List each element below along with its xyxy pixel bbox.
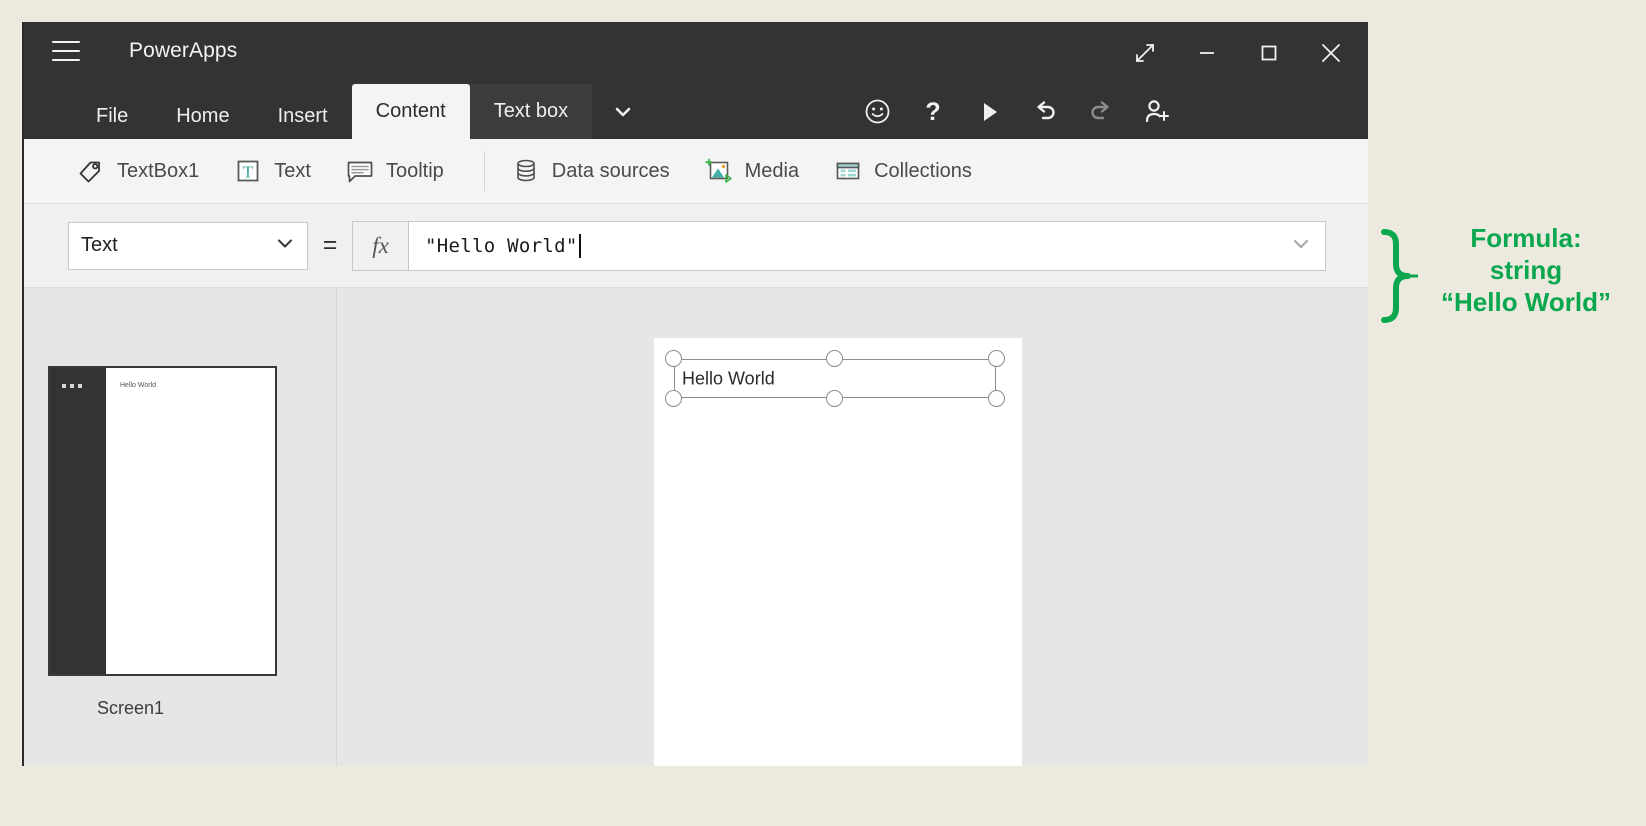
quick-actions: ?: [862, 84, 1172, 139]
thumbnail-text: Hello World: [120, 382, 157, 389]
close-x-icon: [1322, 44, 1340, 62]
resize-handle-top-right[interactable]: [988, 350, 1005, 367]
resize-handle-bottom-left[interactable]: [665, 390, 682, 407]
ribbon-item-data-sources[interactable]: Data sources: [511, 156, 670, 186]
formula-expand-button[interactable]: [1291, 233, 1311, 258]
tab-home[interactable]: Home: [152, 94, 253, 139]
collections-grid-icon: [833, 156, 863, 186]
annotation-text: Formula: string “Hello World”: [1412, 222, 1640, 318]
undo-arrow-icon: [1037, 100, 1055, 119]
ribbon-item-textbox1[interactable]: TextBox1: [76, 156, 199, 186]
minimize-button[interactable]: [1176, 22, 1238, 84]
window-controls: [1114, 22, 1362, 84]
speech-bubble-icon: [345, 156, 375, 186]
share-user-button[interactable]: [1142, 97, 1172, 127]
help-button[interactable]: ?: [918, 97, 948, 127]
fullscreen-button[interactable]: [1114, 22, 1176, 84]
svg-text:T: T: [243, 163, 254, 182]
redo-button[interactable]: [1086, 97, 1116, 127]
expand-diagonal-icon: [1136, 44, 1154, 62]
maximize-button[interactable]: [1238, 22, 1300, 84]
selected-textbox[interactable]: Hello World: [665, 350, 1005, 407]
chevron-down-icon: [275, 233, 295, 258]
screenshot-root: PowerApps File Home Insert Content Text …: [0, 0, 1646, 826]
resize-handle-top-left[interactable]: [665, 350, 682, 367]
ribbon-item-text[interactable]: T Text: [233, 156, 311, 186]
resize-handle-bottom-right[interactable]: [988, 390, 1005, 407]
person-add-icon: [1145, 99, 1169, 122]
ribbon-label-data-sources: Data sources: [551, 159, 670, 182]
equals-sign: =: [322, 231, 338, 259]
preview-play-button[interactable]: [974, 97, 1004, 127]
canvas-pane: Hello World: [337, 288, 1368, 766]
editor-body: Hello World Screen1 Hello World: [24, 288, 1368, 766]
app-title: PowerApps: [129, 39, 238, 62]
ellipsis-icon[interactable]: [62, 384, 82, 388]
formula-bar: Text = fx "Hello World": [24, 204, 1368, 288]
tabs-expand-button[interactable]: [592, 84, 654, 139]
thumbnail-rail: [50, 368, 106, 674]
ribbon-divider: [483, 151, 485, 191]
chevron-down-icon: [615, 107, 631, 116]
close-button[interactable]: [1300, 22, 1362, 84]
resize-handle-top-center[interactable]: [826, 350, 843, 367]
annotation-line-1: Formula:: [1470, 223, 1582, 253]
maximize-square-icon: [1261, 45, 1277, 61]
formula-input-value: "Hello World": [425, 234, 578, 257]
property-select-value: Text: [81, 234, 118, 256]
tag-icon: [76, 156, 106, 186]
minimize-icon: [1200, 52, 1214, 54]
ribbon-item-tooltip[interactable]: Tooltip: [345, 156, 444, 186]
fx-button[interactable]: fx: [352, 220, 408, 271]
text-t-icon: T: [233, 156, 263, 186]
annotation-line-2: string: [1489, 255, 1563, 285]
tab-content[interactable]: Content: [351, 84, 470, 139]
media-image-icon: [704, 156, 734, 186]
thumbnail-page: Hello World: [106, 368, 275, 674]
formula-input[interactable]: "Hello World": [408, 220, 1326, 271]
redo-arrow-icon: [1091, 100, 1109, 119]
feedback-smiley-button[interactable]: [862, 97, 892, 127]
resize-handle-bottom-center[interactable]: [826, 390, 843, 407]
chevron-down-icon: [1293, 239, 1309, 248]
screen-label: Screen1: [97, 698, 165, 718]
hamburger-icon[interactable]: [52, 41, 80, 63]
ribbon-item-media[interactable]: Media: [704, 156, 799, 186]
ribbon-label-textbox1: TextBox1: [117, 159, 200, 182]
screen-thumbnail-screen1[interactable]: Hello World: [48, 366, 277, 676]
tab-text-box[interactable]: Text box: [469, 84, 593, 139]
textbox-text: Hello World: [682, 368, 775, 388]
ribbon-label-tooltip: Tooltip: [385, 159, 444, 182]
svg-text:?: ?: [925, 98, 940, 126]
powerapps-window: PowerApps File Home Insert Content Text …: [22, 22, 1368, 766]
screens-pane: Hello World Screen1: [24, 288, 337, 766]
command-ribbon: TextBox1 T Text Tooltip Data sources Med…: [24, 139, 1368, 204]
play-triangle-icon: [984, 102, 997, 121]
tab-file[interactable]: File: [72, 94, 152, 139]
ribbon-item-collections[interactable]: Collections: [833, 156, 972, 186]
ribbon-label-text: Text: [274, 159, 311, 182]
property-select[interactable]: Text: [68, 221, 308, 270]
undo-button[interactable]: [1030, 97, 1060, 127]
question-mark-icon: ?: [925, 98, 940, 126]
tab-insert[interactable]: Insert: [254, 94, 352, 139]
ribbon-label-collections: Collections: [874, 159, 972, 182]
annotation-line-3: “Hello World”: [1441, 287, 1611, 317]
database-icon: [511, 156, 541, 186]
text-cursor: [578, 233, 581, 258]
ribbon-tabs: File Home Insert Content Text box ?: [24, 84, 1368, 139]
smiley-icon: [865, 99, 889, 124]
title-bar: PowerApps: [24, 22, 1368, 84]
ribbon-label-media: Media: [744, 159, 800, 182]
